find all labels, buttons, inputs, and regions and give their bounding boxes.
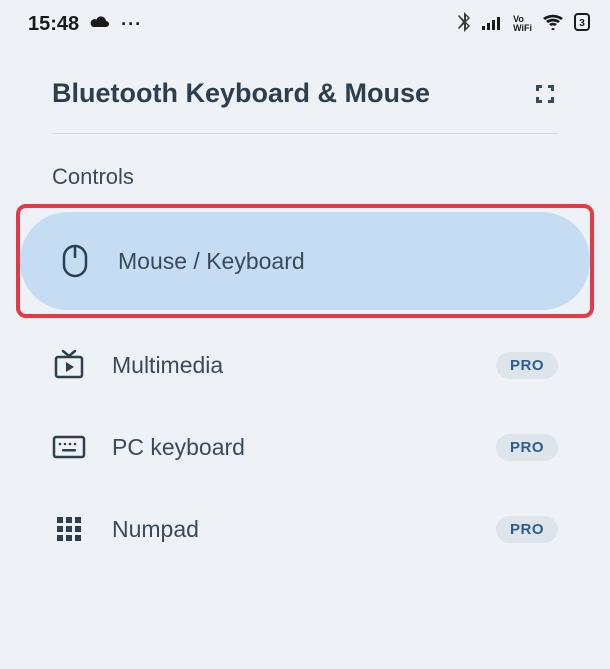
bluetooth-icon	[457, 12, 471, 37]
controls-list: Mouse / Keyboard Multimedia PRO PC keybo…	[0, 212, 610, 570]
fullscreen-icon	[533, 82, 557, 106]
status-right: VoWiFi 3	[457, 12, 590, 37]
pro-badge: PRO	[496, 434, 558, 461]
mouse-icon	[58, 244, 92, 278]
status-left: 15:48 ···	[28, 13, 142, 36]
fullscreen-button[interactable]	[532, 81, 558, 107]
pro-badge: PRO	[496, 516, 558, 543]
control-mouse-keyboard[interactable]: Mouse / Keyboard	[20, 212, 590, 310]
keyboard-icon	[52, 430, 86, 464]
tv-play-icon	[52, 348, 86, 382]
control-label: Multimedia	[112, 352, 470, 379]
control-label: Mouse / Keyboard	[118, 248, 552, 275]
wifi-icon	[542, 14, 564, 35]
control-label: Numpad	[112, 516, 470, 543]
cloud-icon	[89, 14, 111, 35]
grid-icon	[52, 512, 86, 546]
control-numpad[interactable]: Numpad PRO	[8, 488, 602, 570]
control-multimedia[interactable]: Multimedia PRO	[8, 324, 602, 406]
control-pc-keyboard[interactable]: PC keyboard PRO	[8, 406, 602, 488]
control-label: PC keyboard	[112, 434, 470, 461]
vowifi-icon: VoWiFi	[513, 15, 532, 33]
svg-text:3: 3	[579, 18, 585, 29]
highlight-wrapper: Mouse / Keyboard	[14, 212, 596, 310]
page-header: Bluetooth Keyboard & Mouse	[0, 48, 610, 133]
section-title: Controls	[0, 134, 610, 212]
page-title: Bluetooth Keyboard & Mouse	[52, 78, 430, 109]
more-icon: ···	[121, 14, 142, 35]
status-time: 15:48	[28, 13, 79, 36]
signal-icon	[481, 14, 503, 35]
status-bar: 15:48 ··· VoWiFi 3	[0, 0, 610, 48]
battery-icon: 3	[574, 13, 590, 36]
pro-badge: PRO	[496, 352, 558, 379]
